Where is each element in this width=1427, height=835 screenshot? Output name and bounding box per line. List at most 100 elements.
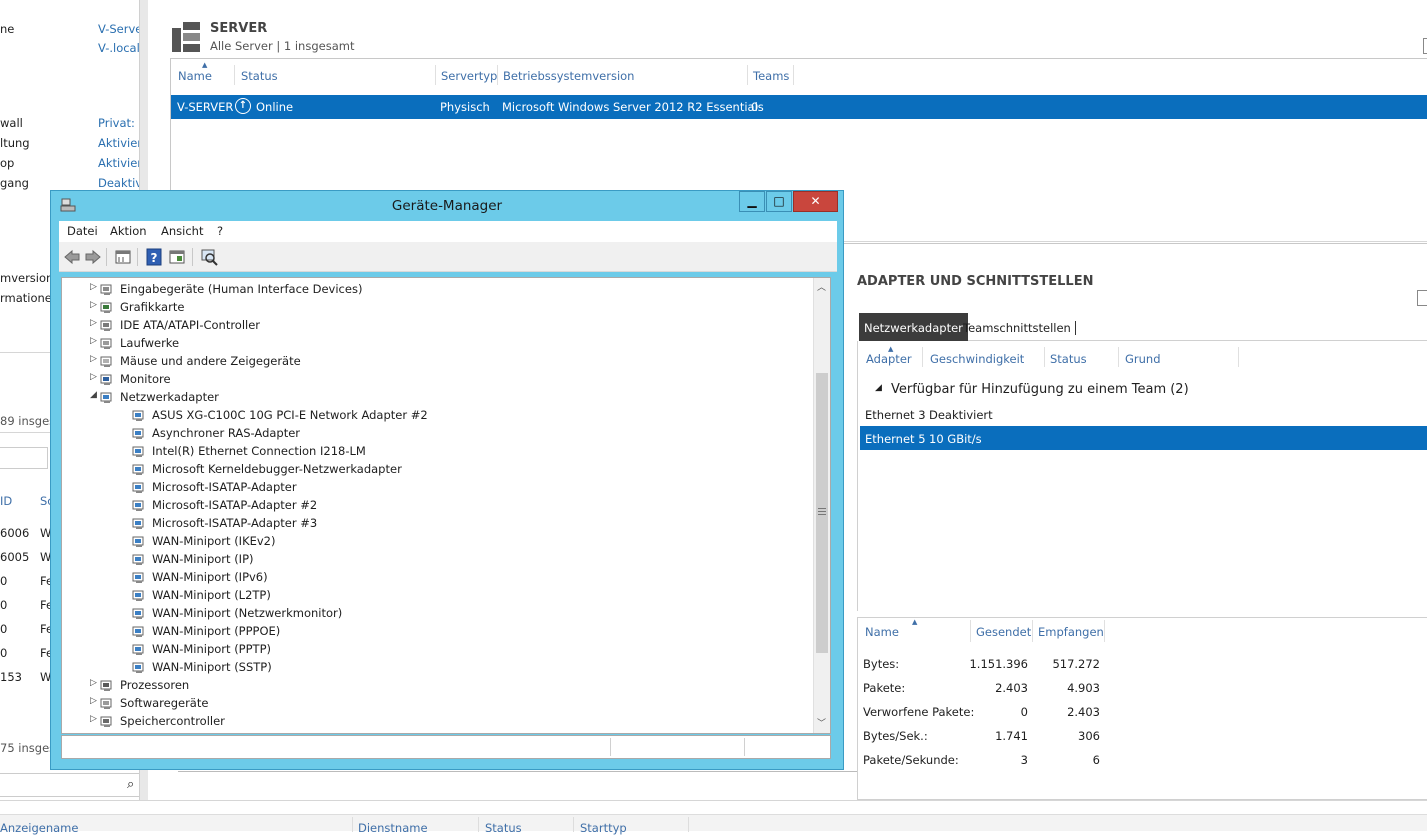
collapse-icon[interactable]: ◢ xyxy=(90,390,100,400)
collapse-group-icon[interactable]: ◢ xyxy=(875,383,882,393)
expand-icon[interactable]: ▷ xyxy=(90,354,100,364)
column-header-name[interactable]: Name xyxy=(865,625,899,639)
menu-action[interactable]: Aktion xyxy=(110,224,147,238)
column-header-start-type[interactable]: Starttyp xyxy=(580,821,627,835)
column-header-servertype[interactable]: Servertyp xyxy=(441,69,497,83)
prop-value-link[interactable]: V-Serve xyxy=(98,22,140,36)
tab-network-adapters[interactable]: Netzwerkadapter xyxy=(859,313,968,341)
services-filter-input[interactable]: ⌕ xyxy=(0,773,140,797)
expand-icon[interactable]: ▷ xyxy=(90,678,100,688)
back-arrow-icon[interactable] xyxy=(63,248,81,266)
tree-category[interactable]: ▷ Monitore xyxy=(90,371,780,389)
tree-category[interactable]: ◢ Netzwerkadapter xyxy=(90,389,780,407)
services-count: 75 insges xyxy=(0,741,56,755)
tree-category[interactable]: ▷ Speichercontroller xyxy=(90,713,780,731)
search-icon[interactable]: ⌕ xyxy=(127,777,134,792)
svg-text:?: ? xyxy=(151,251,158,265)
column-header-os[interactable]: Betriebssystemversion xyxy=(503,69,634,83)
menu-file[interactable]: Datei xyxy=(67,224,98,238)
column-header-name[interactable]: Name xyxy=(178,69,212,83)
column-header-teams[interactable]: Teams xyxy=(753,69,789,83)
tree-device[interactable]: Microsoft Kerneldebugger-Netzwerkadapter xyxy=(62,461,752,479)
tree-category[interactable]: ▷ Mäuse und andere Zeigegeräte xyxy=(90,353,780,371)
properties-view-icon[interactable] xyxy=(114,248,132,266)
scroll-up-icon[interactable]: ︿ xyxy=(817,280,826,293)
column-header-service-name[interactable]: Dienstname xyxy=(358,821,428,835)
tree-device[interactable]: WAN-Miniport (IKEv2) xyxy=(62,533,752,551)
tree-category[interactable]: ▷ Prozessoren xyxy=(90,677,780,695)
menu-view[interactable]: Ansicht xyxy=(161,224,203,238)
adapter-speed: 10 GBit/s xyxy=(929,432,982,446)
filter-input[interactable] xyxy=(0,447,48,469)
tasks-button[interactable] xyxy=(1423,38,1427,54)
expand-icon[interactable]: ▷ xyxy=(90,372,100,382)
services-header-strip: Anzeigename Dienstname Status Starttyp xyxy=(0,800,1427,835)
close-button[interactable]: ✕ xyxy=(793,191,838,212)
column-header-adapter[interactable]: Adapter xyxy=(866,352,912,366)
tree-category[interactable]: ▷ Grafikkarte xyxy=(90,299,780,317)
minimize-button[interactable]: ▁ xyxy=(739,191,765,212)
tree-category[interactable]: ▷ IDE ATA/ATAPI-Controller xyxy=(90,317,780,335)
column-header-status[interactable]: Status xyxy=(485,821,522,835)
expand-icon[interactable]: ▷ xyxy=(90,318,100,328)
column-header-speed[interactable]: Geschwindigkeit xyxy=(930,352,1024,366)
prop-value-link[interactable]: V-.local xyxy=(98,41,140,55)
tree-category[interactable]: ▷ Eingabegeräte (Human Interface Devices) xyxy=(90,281,780,299)
prop-value-link[interactable]: Aktivier xyxy=(98,156,140,170)
stat-received: 4.903 xyxy=(1067,681,1100,695)
expand-icon[interactable]: ▷ xyxy=(90,696,100,706)
stat-sent: 1.151.396 xyxy=(969,657,1028,671)
column-header-status[interactable]: Status xyxy=(1050,352,1087,366)
tree-device[interactable]: WAN-Miniport (Netzwerkmonitor) xyxy=(62,605,752,623)
expand-icon[interactable]: ▷ xyxy=(90,714,100,724)
sort-ascending-icon: ▲ xyxy=(912,618,918,626)
maximize-button[interactable]: □ xyxy=(766,191,792,212)
network-adapter-icon xyxy=(132,608,144,619)
column-header-display-name[interactable]: Anzeigename xyxy=(0,821,78,835)
scan-hardware-icon[interactable] xyxy=(200,248,218,266)
tree-device[interactable]: Intel(R) Ethernet Connection I218-LM xyxy=(62,443,752,461)
tab-team-interfaces[interactable]: Teamschnittstellen xyxy=(963,321,1076,335)
tree-category[interactable]: ▷ Softwaregeräte xyxy=(90,695,780,713)
tree-device[interactable]: Microsoft-ISATAP-Adapter xyxy=(62,479,752,497)
table-row-selected[interactable]: Ethernet 5 10 GBit/s xyxy=(860,426,1427,450)
adapter-statistics-table: ▲ Name Gesendet Empfangen Bytes: 1.151.3… xyxy=(857,617,1427,800)
prop-value-link[interactable]: Deaktiv xyxy=(98,176,140,190)
table-row[interactable]: Ethernet 3 Deaktiviert xyxy=(858,402,1427,426)
tree-device[interactable]: Asynchroner RAS-Adapter xyxy=(62,425,752,443)
tree-device[interactable]: Microsoft-ISATAP-Adapter #2 xyxy=(62,497,752,515)
table-row[interactable]: V-SERVER ↑ Online Physisch Microsoft Win… xyxy=(171,95,1427,119)
column-header-status[interactable]: Status xyxy=(241,69,278,83)
tree-category[interactable]: ▷ Laufwerke xyxy=(90,335,780,353)
expand-icon[interactable]: ▷ xyxy=(90,282,100,292)
prop-value-link[interactable]: Privat: E xyxy=(98,116,140,130)
tree-item-label: Laufwerke xyxy=(120,336,180,350)
ide-controller-icon xyxy=(100,320,112,331)
expand-icon[interactable]: ▷ xyxy=(90,300,100,310)
tree-device[interactable]: WAN-Miniport (PPTP) xyxy=(62,641,752,659)
column-header-received[interactable]: Empfangen xyxy=(1038,625,1104,639)
forward-arrow-icon[interactable] xyxy=(84,248,102,266)
tree-device[interactable]: WAN-Miniport (IP) xyxy=(62,551,752,569)
expand-icon[interactable]: ▷ xyxy=(90,336,100,346)
tree-device[interactable]: WAN-Miniport (L2TP) xyxy=(62,587,752,605)
scroll-down-icon[interactable]: ﹀ xyxy=(817,716,826,729)
prop-value-link[interactable]: Aktivier xyxy=(98,136,140,150)
network-adapter-icon xyxy=(132,428,144,439)
help-icon[interactable]: ? xyxy=(145,248,163,266)
title-bar[interactable]: Geräte-Manager ▁ □ ✕ xyxy=(51,191,843,221)
tree-device[interactable]: Microsoft-ISATAP-Adapter #3 xyxy=(62,515,752,533)
column-header-reason[interactable]: Grund xyxy=(1125,352,1161,366)
tree-device[interactable]: WAN-Miniport (SSTP) xyxy=(62,659,752,677)
column-header-sent[interactable]: Gesendet xyxy=(976,625,1031,639)
tree-device[interactable]: WAN-Miniport (PPPOE) xyxy=(62,623,752,641)
tree-device[interactable]: WAN-Miniport (IPv6) xyxy=(62,569,752,587)
tree-device[interactable]: ASUS XG-C100C 10G PCI-E Network Adapter … xyxy=(62,407,752,425)
console-tree-icon[interactable] xyxy=(168,248,186,266)
tasks-button[interactable] xyxy=(1417,290,1427,306)
vertical-scrollbar[interactable]: ︿ ﹀ xyxy=(813,278,830,733)
scrollbar-thumb[interactable] xyxy=(816,373,828,653)
menu-help[interactable]: ? xyxy=(217,224,223,238)
adapter-name: Ethernet 3 xyxy=(865,408,926,422)
column-header[interactable]: ID xyxy=(0,494,12,508)
